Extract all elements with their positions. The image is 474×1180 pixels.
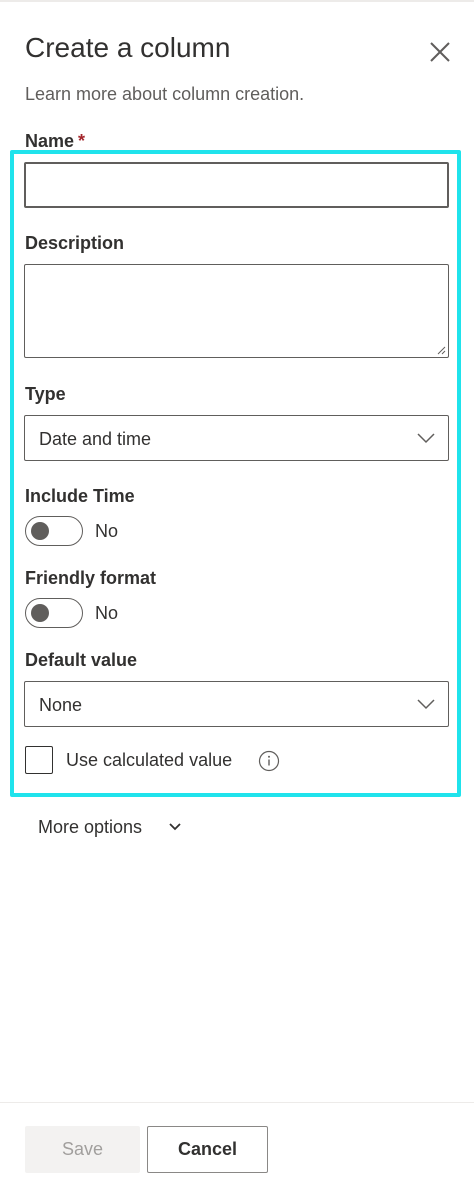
default-value-dropdown[interactable]: None (24, 681, 449, 727)
cancel-button[interactable]: Cancel (147, 1126, 268, 1173)
resize-handle-icon[interactable] (436, 345, 446, 355)
chevron-down-icon[interactable] (168, 821, 182, 833)
friendly-format-toggle[interactable] (25, 598, 83, 628)
friendly-format-state: No (95, 603, 119, 623)
close-icon[interactable] (424, 36, 456, 68)
footer-divider (0, 1102, 474, 1103)
toggle-knob (31, 604, 49, 622)
learn-more-link[interactable]: Learn more about column creation. (25, 84, 304, 105)
required-marker: * (78, 131, 86, 151)
name-label-text: Name (25, 131, 75, 151)
type-label: Type (25, 384, 66, 404)
name-field-label: Name * (25, 131, 85, 152)
friendly-format-label: Friendly format (25, 568, 157, 588)
include-time-state: No (95, 521, 119, 541)
chevron-down-icon (417, 433, 435, 444)
type-dropdown[interactable]: Date and time (24, 415, 449, 461)
include-time-toggle[interactable] (25, 516, 83, 546)
type-dropdown-value: Date and time (39, 429, 152, 449)
description-label: Description (25, 233, 125, 253)
include-time-label: Include Time (25, 486, 135, 506)
description-textarea[interactable] (24, 264, 449, 358)
panel-title: Create a column (25, 32, 231, 63)
use-calculated-value-label: Use calculated value (66, 750, 233, 770)
name-input[interactable] (24, 162, 449, 208)
save-button[interactable]: Save (25, 1126, 140, 1173)
default-value-dropdown-value: None (39, 695, 83, 715)
default-value-label: Default value (25, 650, 138, 670)
top-divider (0, 0, 474, 2)
toggle-knob (31, 522, 49, 540)
more-options-link[interactable]: More options (38, 817, 142, 838)
use-calculated-value-checkbox[interactable] (25, 746, 53, 774)
info-icon[interactable] (258, 750, 280, 772)
chevron-down-icon (417, 699, 435, 710)
